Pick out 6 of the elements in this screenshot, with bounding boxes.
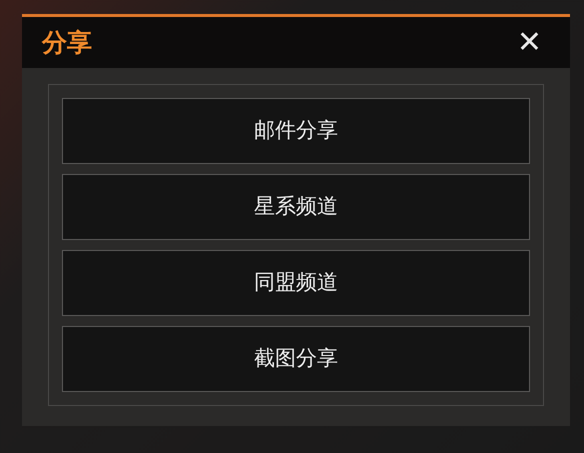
share-option-button[interactable]: 同盟频道 (62, 250, 530, 316)
share-option-button[interactable]: 星系频道 (62, 174, 530, 240)
close-button[interactable]: ✕ (508, 28, 550, 58)
share-option-button[interactable]: 截图分享 (62, 326, 530, 392)
share-option-button[interactable]: 邮件分享 (62, 98, 530, 164)
dialog-title: 分享 (42, 26, 92, 59)
